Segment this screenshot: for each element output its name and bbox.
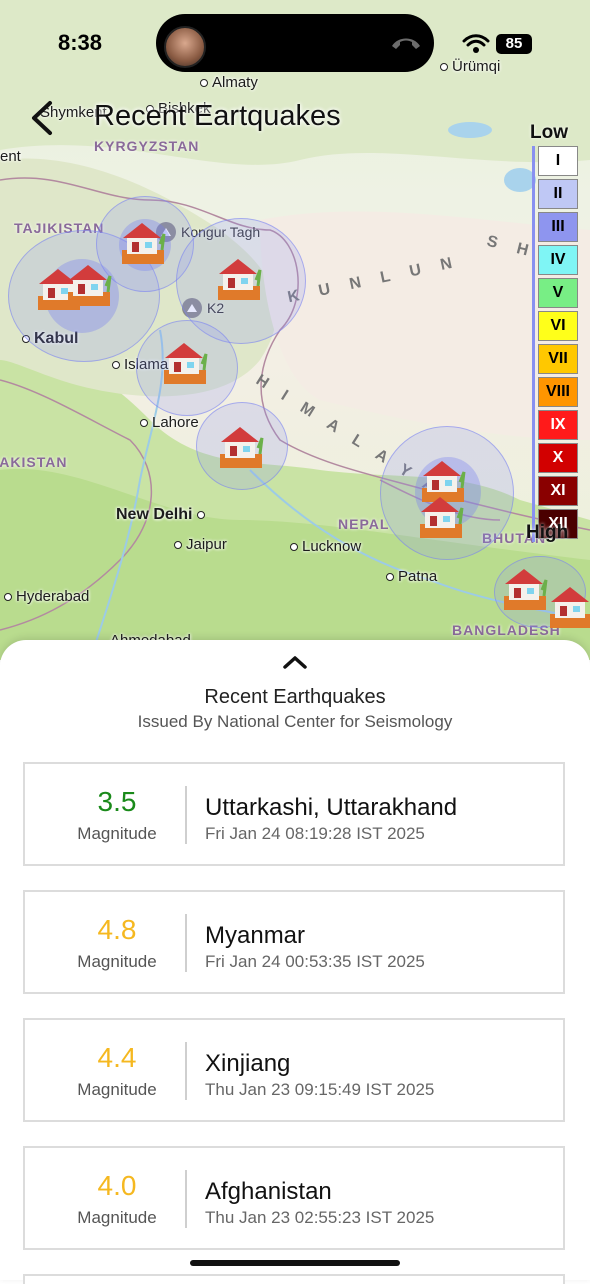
card-divider [185, 1042, 187, 1100]
damaged-house-icon [164, 343, 208, 384]
earthquake-card[interactable]: 4.4 Magnitude Xinjiang Thu Jan 23 09:15:… [23, 1018, 565, 1122]
earthquake-card[interactable]: 3.5 Magnitude Uttarkashi, Uttarakhand Fr… [23, 762, 565, 866]
damaged-house-icon [504, 569, 548, 610]
earthquake-time: Fri Jan 24 00:53:35 IST 2025 [205, 952, 425, 971]
phone-icon [392, 38, 420, 49]
card-divider [185, 1170, 187, 1228]
earthquake-card[interactable]: 4.0 Magnitude Afghanistan Thu Jan 23 02:… [23, 1146, 565, 1250]
legend-level: V [538, 278, 578, 308]
home-indicator[interactable] [190, 1260, 400, 1266]
legend-level: II [538, 179, 578, 209]
country-nepal: NEPAL [338, 516, 390, 532]
battery-indicator: 85 [496, 34, 532, 54]
damaged-house-icon [550, 587, 590, 628]
sheet-title: Recent Earthquakes [204, 686, 386, 708]
earthquake-location: Myanmar [205, 922, 306, 949]
magnitude-label: Magnitude [77, 952, 157, 971]
city-new-delhi: New Delhi [116, 506, 209, 524]
damaged-house-icon [68, 265, 112, 306]
damaged-house-icon [220, 427, 264, 468]
earthquake-time: Thu Jan 23 02:55:23 IST 2025 [205, 1208, 435, 1227]
earthquake-location: Uttarkashi, Uttarakhand [205, 794, 458, 821]
damaged-house-icon [420, 497, 464, 538]
legend-level: VII [538, 344, 578, 374]
country-kyrgyzstan: KYRGYZSTAN [94, 138, 200, 154]
legend-level: X [538, 443, 578, 473]
legend-level: I [538, 146, 578, 176]
magnitude-label: Magnitude [77, 824, 157, 843]
magnitude-value: 3.5 [97, 786, 137, 817]
earthquake-time: Thu Jan 23 09:15:49 IST 2025 [205, 1080, 435, 1099]
city-lucknow: Lucknow [290, 538, 361, 555]
damaged-house-icon [122, 223, 166, 264]
status-time: 8:38 [58, 30, 103, 55]
sheet-subtitle: Issued By National Center for Seismology [137, 712, 453, 731]
magnitude-value: 4.4 [97, 1042, 137, 1073]
damaged-house-icon [218, 259, 262, 300]
earthquake-card[interactable]: 4.8 Magnitude Myanmar Fri Jan 24 00:53:3… [23, 890, 565, 994]
back-button[interactable] [28, 100, 58, 136]
card-divider [185, 914, 187, 972]
city-almaty: Almaty [200, 74, 258, 91]
legend-level: IX [538, 410, 578, 440]
legend-low-label: Low [530, 122, 568, 143]
magnitude-label: Magnitude [77, 1208, 157, 1227]
earthquake-card-partial[interactable] [23, 1274, 565, 1284]
earthquake-location: Xinjiang [205, 1050, 291, 1077]
city-patna: Patna [386, 568, 437, 585]
magnitude-value: 4.8 [97, 914, 137, 945]
legend-level: XI [538, 476, 578, 506]
legend-level: VIII [538, 377, 578, 407]
earthquake-location: Afghanistan [205, 1178, 332, 1205]
legend-high-label: High [526, 522, 569, 543]
wifi-icon [462, 34, 490, 53]
card-divider [185, 786, 187, 844]
city-jaipur: Jaipur [174, 536, 227, 553]
page-title: Recent Eartquakes [94, 100, 341, 132]
legend-level: VI [538, 311, 578, 341]
caller-avatar [164, 26, 206, 68]
city-hyderabad: Hyderabad [4, 588, 89, 605]
legend-level: III [538, 212, 578, 242]
earthquake-list-sheet[interactable]: Recent Earthquakes Issued By National Ce… [0, 640, 590, 1284]
magnitude-value: 4.0 [97, 1170, 137, 1201]
country-pakistan: PAKISTAN [0, 454, 68, 470]
magnitude-label: Magnitude [77, 1080, 157, 1099]
earthquake-time: Fri Jan 24 08:19:28 IST 2025 [205, 824, 425, 843]
chevron-up-icon[interactable] [282, 654, 308, 670]
city-lahore: Lahore [140, 414, 199, 431]
map-view[interactable]: Almaty Shymkent Bishkek Ürümqi ent Kabul… [0, 0, 590, 660]
legend-level: IV [538, 245, 578, 275]
partial-city-label: ent [0, 148, 21, 165]
legend-scale: I II III IV V VI VII VIII IX X XI XII [532, 146, 578, 542]
